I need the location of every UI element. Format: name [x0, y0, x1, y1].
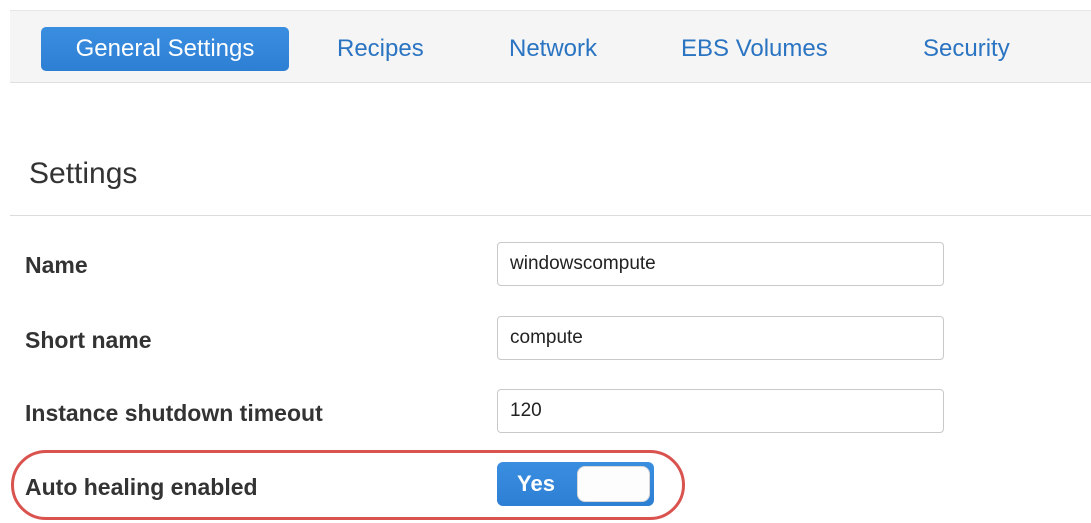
name-label: Name	[25, 252, 88, 278]
section-divider	[10, 215, 1091, 216]
tab-security[interactable]: Security	[923, 27, 1010, 71]
name-input[interactable]	[497, 242, 944, 286]
shutdown-timeout-label: Instance shutdown timeout	[25, 400, 323, 426]
short-name-label: Short name	[25, 327, 152, 353]
toggle-knob	[577, 466, 650, 502]
layer-settings-page: General Settings Recipes Network EBS Vol…	[0, 0, 1091, 523]
tabs-bar: General Settings Recipes Network EBS Vol…	[10, 10, 1091, 83]
toggle-on-label: Yes	[517, 471, 555, 496]
auto-healing-toggle[interactable]: Yes	[497, 462, 654, 506]
auto-healing-label: Auto healing enabled	[25, 474, 258, 500]
shutdown-timeout-input[interactable]	[497, 389, 944, 433]
tab-ebs-volumes[interactable]: EBS Volumes	[681, 27, 828, 71]
tab-recipes[interactable]: Recipes	[337, 27, 424, 71]
short-name-input[interactable]	[497, 316, 944, 360]
tab-network[interactable]: Network	[509, 27, 597, 71]
tab-general-settings[interactable]: General Settings	[41, 27, 289, 71]
section-title: Settings	[29, 157, 138, 190]
